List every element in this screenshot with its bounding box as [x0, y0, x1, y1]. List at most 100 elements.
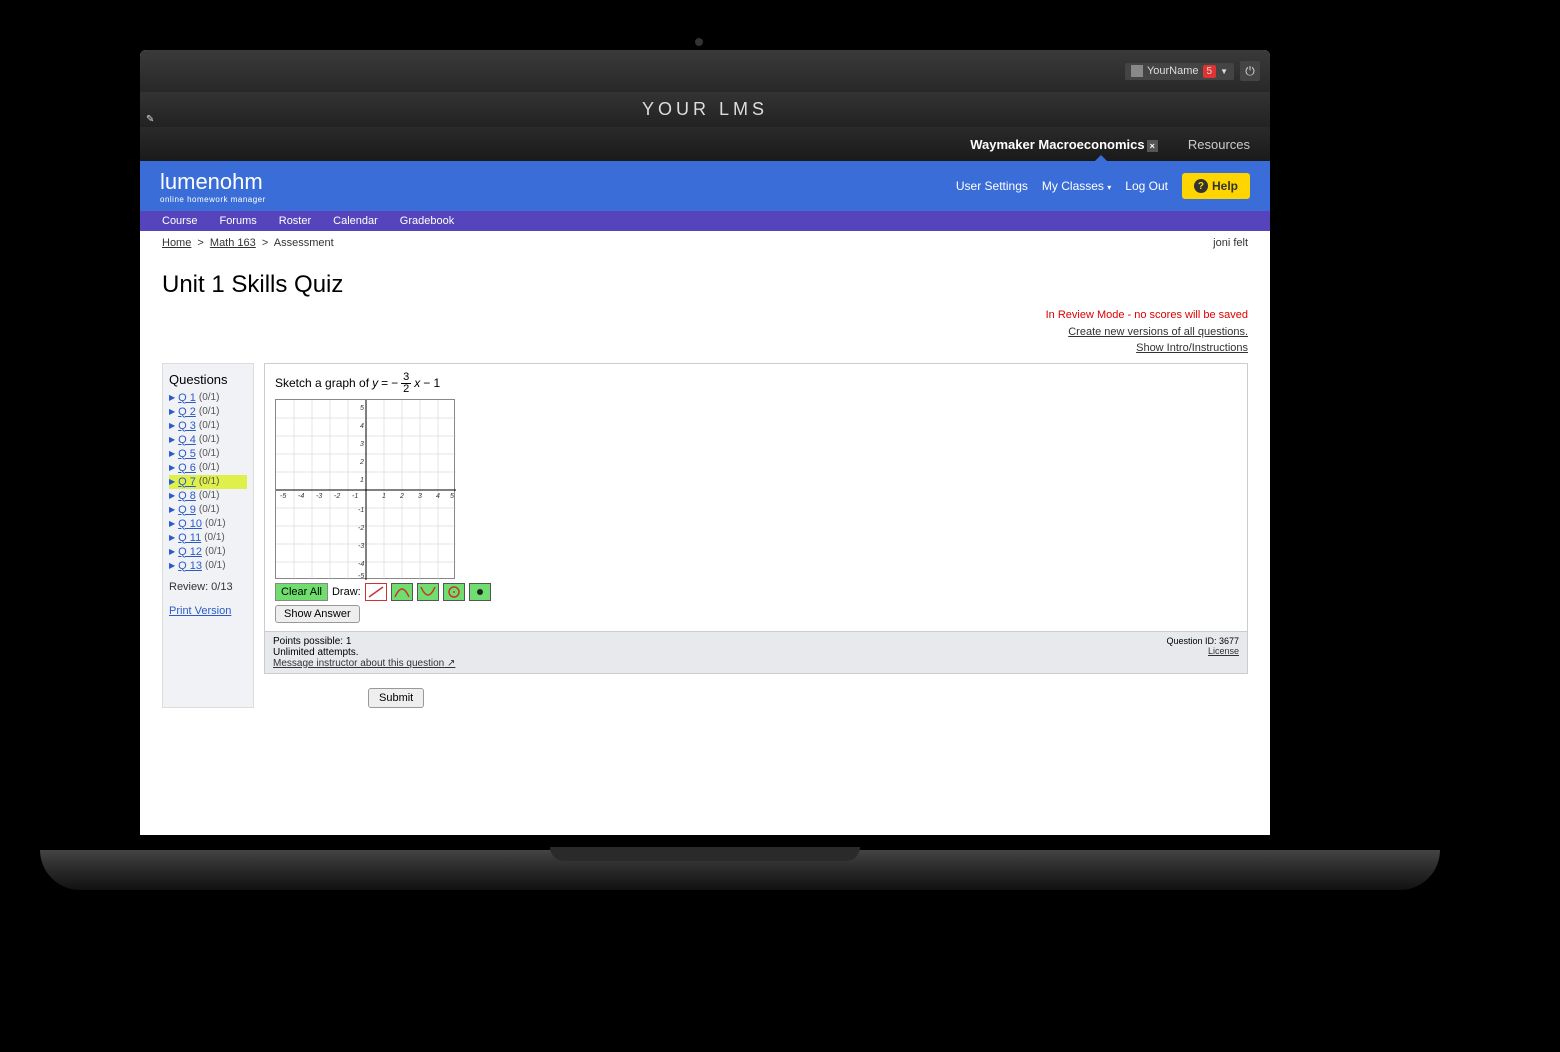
svg-text:-5: -5: [358, 573, 364, 580]
svg-text:2: 2: [399, 493, 404, 500]
question-id: Question ID: 3677: [1166, 636, 1239, 646]
question-list: ▶Q 1(0/1)▶Q 2(0/1)▶Q 3(0/1)▶Q 4(0/1)▶Q 5…: [169, 391, 247, 573]
review-links: In Review Mode - no scores will be saved…: [162, 307, 1248, 357]
chevron-down-icon: ▾: [1107, 183, 1111, 192]
question-link[interactable]: Q 5: [178, 448, 196, 460]
crumb-course[interactable]: Math 163: [210, 237, 256, 249]
play-icon: ▶: [169, 547, 175, 556]
question-item[interactable]: ▶Q 3(0/1): [169, 419, 247, 433]
line-tool-button[interactable]: [365, 583, 387, 601]
license-link[interactable]: License: [1208, 646, 1239, 656]
play-icon: ▶: [169, 407, 175, 416]
svg-text:-1: -1: [352, 493, 358, 500]
message-instructor-link[interactable]: Message instructor about this question ↗: [273, 658, 455, 669]
question-item[interactable]: ▶Q 12(0/1): [169, 545, 247, 559]
logout-link[interactable]: Log Out: [1125, 179, 1168, 193]
question-item[interactable]: ▶Q 5(0/1): [169, 447, 247, 461]
circle-tool-button[interactable]: [443, 583, 465, 601]
nav-calendar[interactable]: Calendar: [333, 215, 378, 227]
question-icon: ?: [1194, 179, 1208, 193]
question-item[interactable]: ▶Q 6(0/1): [169, 461, 247, 475]
svg-text:3: 3: [360, 441, 364, 448]
lms-tabs: Waymaker Macroeconomics× Resources: [140, 127, 1270, 161]
show-answer-button[interactable]: Show Answer: [275, 605, 360, 623]
question-item[interactable]: ▶Q 10(0/1): [169, 517, 247, 531]
lms-title: YOUR LMS: [642, 99, 768, 120]
submit-button[interactable]: Submit: [368, 688, 424, 708]
nav-forums[interactable]: Forums: [219, 215, 256, 227]
question-link[interactable]: Q 6: [178, 462, 196, 474]
svg-text:-2: -2: [334, 493, 340, 500]
question-item[interactable]: ▶Q 4(0/1): [169, 433, 247, 447]
lumen-header: lumenohm online homework manager User Se…: [140, 161, 1270, 211]
question-link[interactable]: Q 7: [178, 476, 196, 488]
user-settings-link[interactable]: User Settings: [956, 179, 1028, 193]
nav-course[interactable]: Course: [162, 215, 197, 227]
show-intro-link[interactable]: Show Intro/Instructions: [1136, 342, 1248, 354]
question-score: (0/1): [199, 476, 220, 487]
play-icon: ▶: [169, 519, 175, 528]
svg-text:3: 3: [418, 493, 422, 500]
attempts-info: Unlimited attempts.: [273, 647, 455, 658]
question-score: (0/1): [199, 392, 220, 403]
breadcrumb: Home > Math 163 > Assessment: [162, 237, 334, 249]
question-item[interactable]: ▶Q 2(0/1): [169, 405, 247, 419]
parabola-up-tool-button[interactable]: [391, 583, 413, 601]
power-button[interactable]: ⏻: [1240, 61, 1260, 81]
svg-text:-4: -4: [358, 561, 364, 568]
new-versions-link[interactable]: Create new versions of all questions.: [1068, 326, 1248, 338]
graph-canvas[interactable]: -5-4-3-2-1 12345 54321 -1-2-3-4-5: [275, 399, 455, 579]
question-item[interactable]: ▶Q 1(0/1): [169, 391, 247, 405]
svg-text:1: 1: [382, 493, 386, 500]
question-link[interactable]: Q 3: [178, 420, 196, 432]
active-tab-indicator: [1094, 155, 1108, 162]
question-link[interactable]: Q 2: [178, 406, 196, 418]
my-classes-link[interactable]: My Classes ▾: [1042, 179, 1111, 193]
lumen-logo[interactable]: lumenohm online homework manager: [160, 169, 266, 204]
question-link[interactable]: Q 1: [178, 392, 196, 404]
parabola-down-tool-button[interactable]: [417, 583, 439, 601]
question-item[interactable]: ▶Q 11(0/1): [169, 531, 247, 545]
review-count: Review: 0/13: [169, 581, 247, 593]
question-prompt: Sketch a graph of y = − 32 x − 1: [275, 372, 1237, 395]
nav-gradebook[interactable]: Gradebook: [400, 215, 454, 227]
clear-all-button[interactable]: Clear All: [275, 583, 328, 601]
questions-heading: Questions: [169, 372, 247, 387]
help-button[interactable]: ? Help: [1182, 173, 1250, 199]
external-link-icon: ↗: [447, 658, 455, 669]
user-menu[interactable]: YourName 5 ▼: [1125, 63, 1234, 80]
question-item[interactable]: ▶Q 8(0/1): [169, 489, 247, 503]
point-tool-button[interactable]: [469, 583, 491, 601]
question-item[interactable]: ▶Q 7(0/1): [169, 475, 247, 489]
crumb-home[interactable]: Home: [162, 237, 191, 249]
close-tab-icon[interactable]: ×: [1147, 140, 1158, 152]
question-score: (0/1): [205, 546, 226, 557]
svg-text:-3: -3: [316, 493, 322, 500]
lumen-actions: User Settings My Classes ▾ Log Out ? Hel…: [956, 173, 1250, 199]
screen: YourName 5 ▼ ⏻ ✎ YOUR LMS Waymaker Macro…: [140, 50, 1270, 835]
play-icon: ▶: [169, 505, 175, 514]
question-link[interactable]: Q 12: [178, 546, 202, 558]
question-item[interactable]: ▶Q 9(0/1): [169, 503, 247, 517]
questions-panel: Questions ▶Q 1(0/1)▶Q 2(0/1)▶Q 3(0/1)▶Q …: [162, 363, 254, 708]
svg-text:5: 5: [360, 405, 364, 412]
question-link[interactable]: Q 9: [178, 504, 196, 516]
play-icon: ▶: [169, 421, 175, 430]
question-link[interactable]: Q 8: [178, 490, 196, 502]
question-area: Sketch a graph of y = − 32 x − 1: [264, 363, 1248, 674]
chevron-down-icon: ▼: [1220, 67, 1228, 76]
notification-badge: 5: [1203, 65, 1217, 78]
play-icon: ▶: [169, 435, 175, 444]
crumb-current: Assessment: [274, 237, 334, 249]
print-version-link[interactable]: Print Version: [169, 605, 247, 617]
nav-roster[interactable]: Roster: [279, 215, 311, 227]
question-link[interactable]: Q 13: [178, 560, 202, 572]
question-score: (0/1): [199, 420, 220, 431]
question-link[interactable]: Q 4: [178, 434, 196, 446]
tab-course-active[interactable]: Waymaker Macroeconomics×: [970, 137, 1158, 152]
question-item[interactable]: ▶Q 13(0/1): [169, 559, 247, 573]
pencil-icon[interactable]: ✎: [146, 114, 158, 125]
question-link[interactable]: Q 10: [178, 518, 202, 530]
tab-resources[interactable]: Resources: [1188, 137, 1250, 152]
question-link[interactable]: Q 11: [178, 532, 201, 544]
